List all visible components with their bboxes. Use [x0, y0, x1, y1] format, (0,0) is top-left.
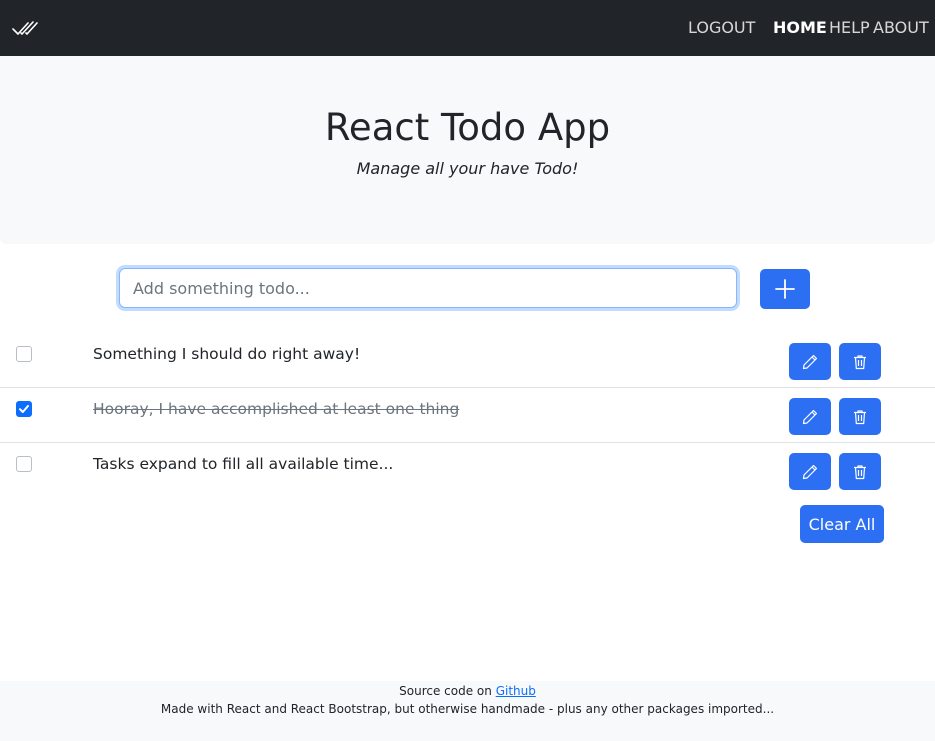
delete-todo-button[interactable]: [839, 453, 881, 490]
hero-banner: React Todo App Manage all your have Todo…: [0, 56, 935, 244]
todo-checkbox[interactable]: [16, 346, 32, 362]
nav-about[interactable]: ABOUT: [873, 18, 929, 38]
todo-input[interactable]: [119, 268, 737, 308]
page-subtitle: Manage all your have Todo!: [356, 159, 579, 178]
todo-checkbox[interactable]: [16, 456, 32, 472]
footer-source-text: Source code on: [399, 684, 496, 698]
delete-todo-button[interactable]: [839, 343, 881, 380]
todo-item: Tasks expand to fill all available time.…: [0, 443, 935, 498]
trash-icon: [854, 409, 866, 424]
nav-home[interactable]: HOME: [773, 18, 827, 38]
trash-icon: [854, 464, 866, 479]
pencil-icon: [802, 354, 818, 369]
edit-todo-button[interactable]: [789, 343, 831, 380]
page-title: React Todo App: [324, 106, 611, 149]
pencil-icon: [802, 409, 818, 424]
pencil-icon: [802, 464, 818, 479]
footer-credits: Made with React and React Bootstrap, but…: [160, 702, 775, 716]
logout-link[interactable]: LOGOUT: [688, 18, 755, 38]
footer-source-line: Source code on Github: [0, 684, 935, 698]
todo-text: Hooray, I have accomplished at least one…: [93, 400, 460, 418]
todo-item: Something I should do right away!: [0, 333, 935, 388]
edit-todo-button[interactable]: [789, 453, 831, 490]
edit-todo-button[interactable]: [789, 398, 831, 435]
navbar: LOGOUT HOME HELP ABOUT: [0, 0, 935, 56]
nav-help[interactable]: HELP: [829, 18, 870, 38]
todo-text: Something I should do right away!: [93, 345, 361, 363]
todo-checkbox[interactable]: [16, 401, 32, 417]
double-check-icon[interactable]: [12, 18, 38, 38]
footer: Source code on Github Made with React an…: [0, 681, 935, 741]
plus-icon: [775, 279, 795, 299]
clear-all-button[interactable]: Clear All: [800, 505, 884, 543]
todo-item: Hooray, I have accomplished at least one…: [0, 388, 935, 443]
delete-todo-button[interactable]: [839, 398, 881, 435]
trash-icon: [854, 354, 866, 369]
add-todo-button[interactable]: [760, 269, 810, 309]
github-link[interactable]: Github: [496, 684, 536, 698]
todo-text: Tasks expand to fill all available time.…: [93, 455, 394, 473]
checkmark-icon: [19, 405, 29, 413]
